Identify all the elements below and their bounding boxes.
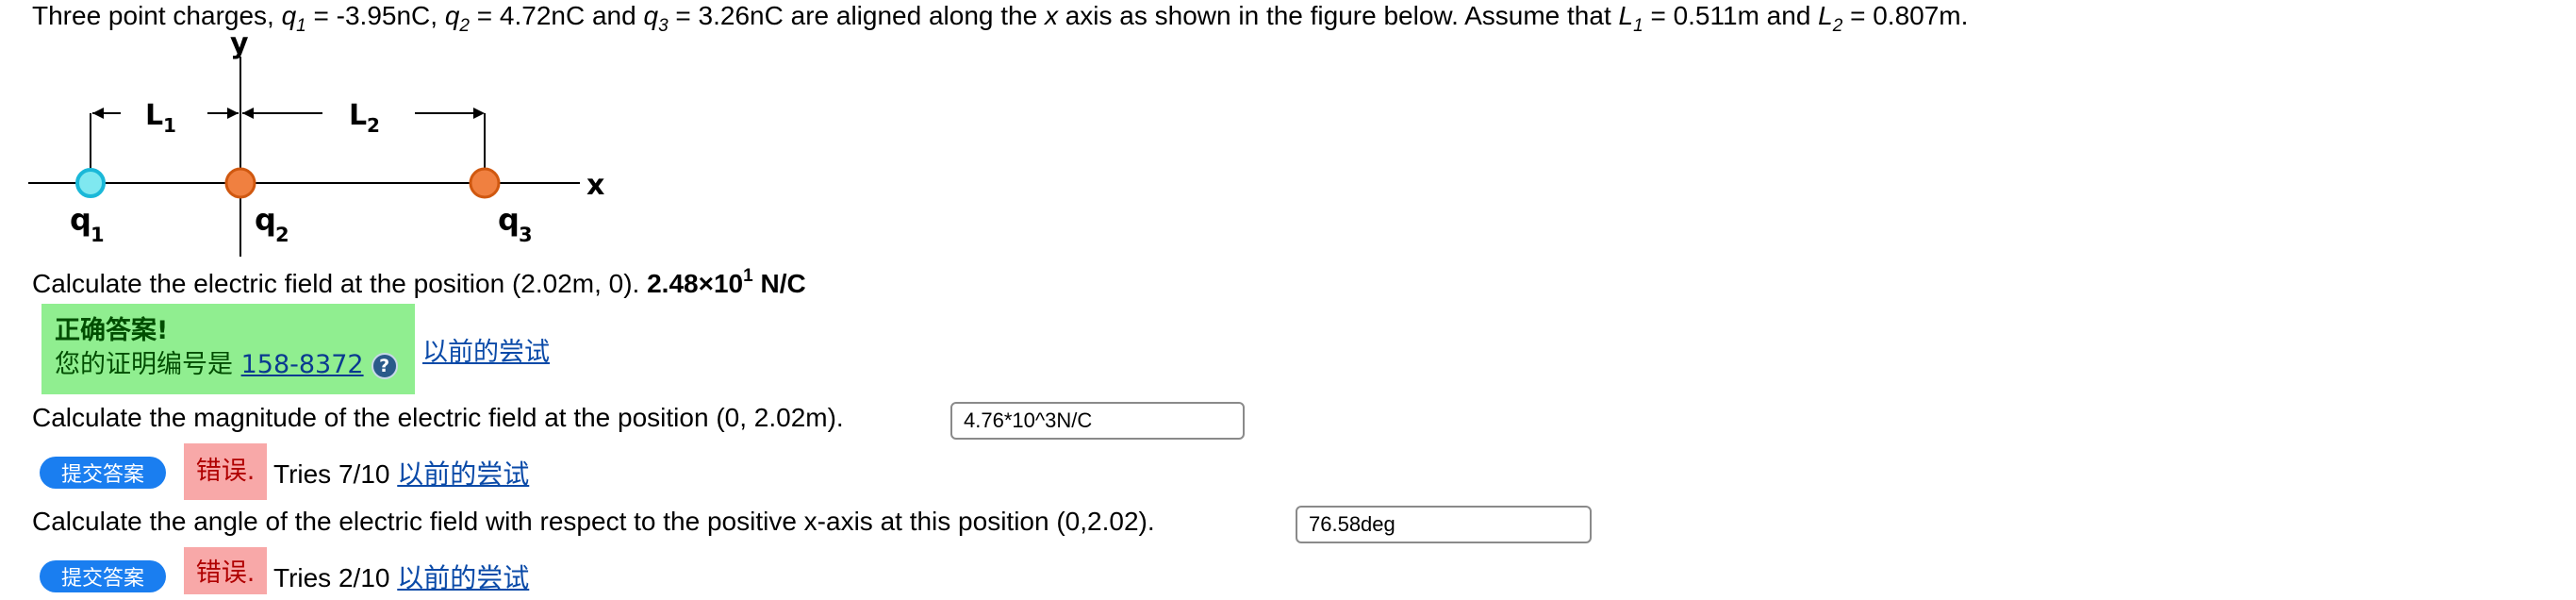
part3-previous-attempts-link[interactable]: 以前的尝试 — [397, 562, 529, 593]
help-icon[interactable]: ? — [371, 352, 398, 379]
part3-answer-input[interactable] — [1296, 506, 1592, 543]
q1-value: = -3.95nC, — [305, 1, 445, 30]
part3-tries: Tries 2/10 — [273, 563, 390, 592]
part2-question: Calculate the magnitude of the electric … — [32, 403, 844, 432]
q3-value: = 3.26nC are aligned along the — [668, 1, 1045, 30]
L2-symbol: L — [1818, 1, 1833, 30]
L2-subscript: 2 — [1832, 16, 1843, 36]
L1-arrowhead-right — [227, 108, 239, 119]
part1-previous-attempts-link[interactable]: 以前的尝试 — [422, 337, 550, 369]
part1-answer-value: 2.48×10 — [647, 269, 744, 298]
part2-previous-attempts-link[interactable]: 以前的尝试 — [397, 458, 529, 490]
part3-submit-button[interactable]: 提交答案 — [40, 560, 166, 592]
homework-page: Three point charges, q1 = -3.95nC, q2 = … — [0, 0, 2576, 594]
q1-label-sub: 1 — [91, 224, 105, 246]
part2-tries: Tries 7/10 — [273, 459, 390, 489]
part2-answer-input[interactable] — [950, 402, 1245, 440]
part2-status-row: Tries 7/10 以前的尝试 — [273, 458, 529, 491]
correct-answer-title: 正确答案! — [55, 316, 169, 345]
q1-charge — [75, 168, 106, 198]
x-axis-symbol: x — [1044, 1, 1058, 30]
q2-label-sub: 2 — [275, 224, 289, 246]
receipt-line: 您的证明编号是 158-8372? — [55, 347, 402, 383]
q1-symbol: q — [281, 1, 297, 30]
y-axis-label: y — [230, 30, 249, 60]
part2-error-badge: 错误. — [184, 443, 267, 500]
x-axis-label: x — [586, 169, 604, 202]
q2-label: q — [255, 202, 276, 238]
intro-text: Three point charges, — [32, 1, 282, 30]
q2-value: = 4.72nC and — [470, 1, 644, 30]
L1-arrowhead-left — [92, 108, 104, 119]
L2-arrowhead-left — [242, 108, 254, 119]
L2-label-sub: 2 — [367, 114, 380, 137]
part3-error-badge: 错误. — [184, 547, 267, 594]
part1-question: Calculate the electric field at the posi… — [32, 269, 648, 298]
q3-subscript: 3 — [658, 16, 669, 36]
mid-text: axis as shown in the figure below. Assum… — [1057, 1, 1619, 30]
L2-value: = 0.807m. — [1842, 1, 1969, 30]
L1-label-sub: 1 — [163, 114, 176, 137]
part3-question: Calculate the angle of the electric fiel… — [32, 507, 1155, 536]
q3-label-sub: 3 — [519, 224, 533, 246]
part3-status-row: Tries 2/10 以前的尝试 — [273, 562, 529, 594]
charge-diagram: x y L 1 L 2 q 1 q 2 q 3 — [28, 30, 604, 257]
L1-symbol: L — [1618, 1, 1634, 30]
L2-arrowhead-right — [473, 108, 485, 119]
L1-value: = 0.511m and — [1643, 1, 1819, 30]
q2-symbol: q — [444, 1, 460, 30]
receipt-label: 您的证明编号是 — [55, 350, 241, 379]
L1-label: L — [145, 99, 163, 132]
receipt-number-link[interactable]: 158-8372 — [241, 350, 364, 379]
L1-subscript: 1 — [1633, 16, 1643, 36]
part2-submit-button[interactable]: 提交答案 — [40, 457, 166, 489]
L2-label: L — [349, 99, 367, 132]
q3-symbol: q — [643, 1, 659, 30]
part1-answer-exponent: 1 — [743, 266, 753, 286]
correct-answer-box: 正确答案! 您的证明编号是 158-8372? — [41, 304, 415, 394]
q1-label: q — [70, 202, 91, 238]
part1-question-row: Calculate the electric field at the posi… — [32, 266, 806, 304]
q2-charge — [224, 167, 256, 199]
part1-answer-unit: N/C — [752, 269, 806, 298]
q3-charge — [469, 167, 501, 199]
q3-label: q — [498, 202, 520, 238]
